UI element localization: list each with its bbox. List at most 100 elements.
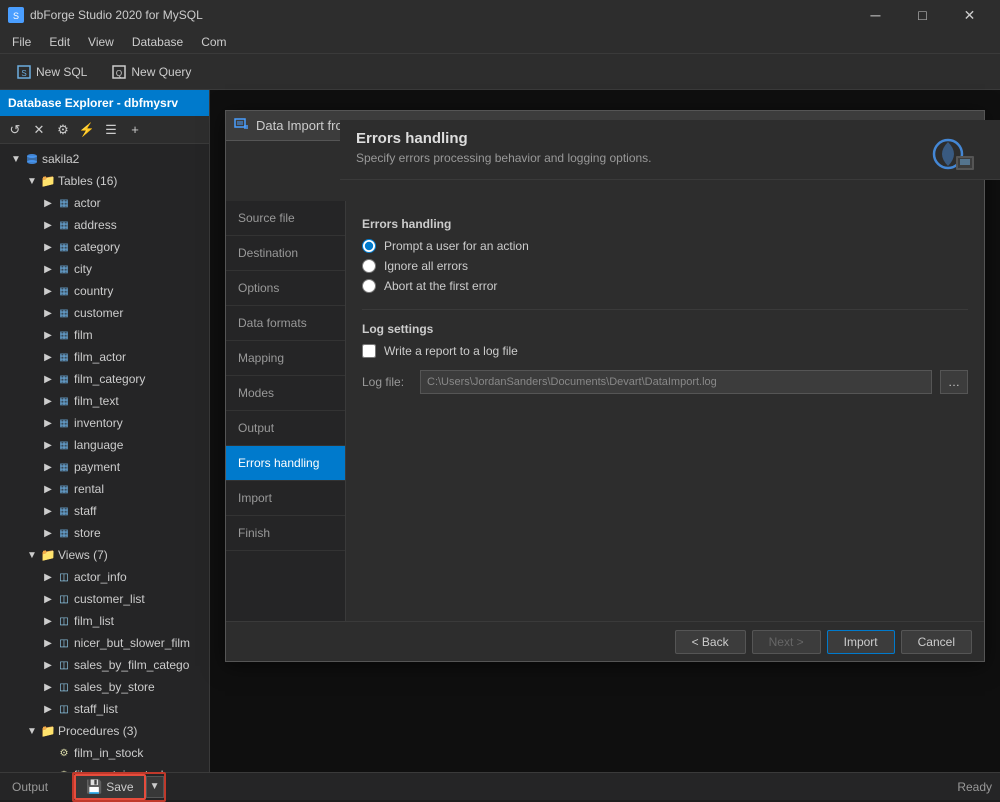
database-icon <box>24 151 40 167</box>
table-actor[interactable]: ▶ ▦ actor <box>0 192 209 214</box>
nav-source-file[interactable]: Source file <box>226 201 345 236</box>
table-film-text[interactable]: ▶ ▦ film_text <box>0 390 209 412</box>
modal-main-content: Errors handling Prompt a user for an act… <box>346 201 984 621</box>
city-arrow-icon: ▶ <box>40 261 56 277</box>
sales-store-arrow-icon: ▶ <box>40 679 56 695</box>
save-button[interactable]: 💾 Save <box>74 774 146 800</box>
radio-group-errors: Prompt a user for an action Ignore all e… <box>362 239 968 293</box>
film-list-label: film_list <box>74 614 114 628</box>
menu-com[interactable]: Com <box>193 33 234 51</box>
save-dropdown-button[interactable]: ▼ <box>146 776 164 798</box>
new-sql-icon: S <box>16 64 32 80</box>
cancel-button[interactable]: Cancel <box>901 630 972 654</box>
view-actor-info[interactable]: ▶ ◫ actor_info <box>0 566 209 588</box>
new-sql-button[interactable]: S New SQL <box>8 61 95 83</box>
checkbox-log-input[interactable] <box>362 344 376 358</box>
back-button[interactable]: < Back <box>675 630 746 654</box>
rental-arrow-icon: ▶ <box>40 481 56 497</box>
new-query-button[interactable]: Q New Query <box>103 61 199 83</box>
table-film[interactable]: ▶ ▦ film <box>0 324 209 346</box>
proc-film-in-stock[interactable]: ⚙ film_in_stock <box>0 742 209 764</box>
view-nicer-but-slower[interactable]: ▶ ◫ nicer_but_slower_film <box>0 632 209 654</box>
table-film-actor[interactable]: ▶ ▦ film_actor <box>0 346 209 368</box>
modal-nav-sidebar: Source file Destination Options Data for… <box>226 201 346 621</box>
table-customer[interactable]: ▶ ▦ customer <box>0 302 209 324</box>
properties-button[interactable]: ☰ <box>100 119 122 141</box>
view-sales-by-store[interactable]: ▶ ◫ sales_by_store <box>0 676 209 698</box>
menu-file[interactable]: File <box>4 33 39 51</box>
add-button[interactable]: + <box>124 119 146 141</box>
film-arrow-icon: ▶ <box>40 327 56 343</box>
nav-finish[interactable]: Finish <box>226 516 345 551</box>
views-group[interactable]: ▼ 📁 Views (7) <box>0 544 209 566</box>
table-film-category[interactable]: ▶ ▦ film_category <box>0 368 209 390</box>
view-customer-list[interactable]: ▶ ◫ customer_list <box>0 588 209 610</box>
maximize-button[interactable]: □ <box>900 0 945 30</box>
nav-output[interactable]: Output <box>226 411 345 446</box>
filter-button[interactable]: ⚙ <box>52 119 74 141</box>
database-explorer-sidebar: Database Explorer - dbfmysrv ↺ ✕ ⚙ ⚡ ☰ +… <box>0 90 210 772</box>
table-payment[interactable]: ▶ ▦ payment <box>0 456 209 478</box>
view-film-list[interactable]: ▶ ◫ film_list <box>0 610 209 632</box>
close-button[interactable]: ✕ <box>947 0 992 30</box>
film-list-view-icon: ◫ <box>56 613 72 629</box>
radio-abort-input[interactable] <box>362 279 376 293</box>
tree-root-sakila2[interactable]: ▼ sakila2 <box>0 148 209 170</box>
radio-prompt[interactable]: Prompt a user for an action <box>362 239 968 253</box>
customer-list-arrow-icon: ▶ <box>40 591 56 607</box>
customer-list-label: customer_list <box>74 592 145 606</box>
radio-ignore-input[interactable] <box>362 259 376 273</box>
import-button[interactable]: Import <box>827 630 895 654</box>
view-sales-by-film[interactable]: ▶ ◫ sales_by_film_catego <box>0 654 209 676</box>
radio-prompt-input[interactable] <box>362 239 376 253</box>
table-staff[interactable]: ▶ ▦ staff <box>0 500 209 522</box>
log-file-input[interactable] <box>420 370 932 394</box>
procedures-group[interactable]: ▼ 📁 Procedures (3) <box>0 720 209 742</box>
table-language[interactable]: ▶ ▦ language <box>0 434 209 456</box>
log-file-browse-button[interactable]: … <box>940 370 968 394</box>
output-tab[interactable]: Output <box>4 780 56 794</box>
table-store[interactable]: ▶ ▦ store <box>0 522 209 544</box>
nav-destination[interactable]: Destination <box>226 236 345 271</box>
database-tree: ▼ sakila2 ▼ 📁 Tables (16) ▶ ▦ actor <box>0 144 209 772</box>
nav-modes[interactable]: Modes <box>226 376 345 411</box>
tables-group[interactable]: ▼ 📁 Tables (16) <box>0 170 209 192</box>
minimize-button[interactable]: ─ <box>853 0 898 30</box>
nav-data-formats[interactable]: Data formats <box>226 306 345 341</box>
modal-dialog-icon <box>234 116 250 135</box>
refresh-button[interactable]: ↺ <box>4 119 26 141</box>
status-left: Output 💾 Save ▼ <box>0 772 166 802</box>
table-rental[interactable]: ▶ ▦ rental <box>0 478 209 500</box>
staff-label: staff <box>74 504 96 518</box>
menu-edit[interactable]: Edit <box>41 33 78 51</box>
table-inventory[interactable]: ▶ ▦ inventory <box>0 412 209 434</box>
nav-options[interactable]: Options <box>226 271 345 306</box>
table-category[interactable]: ▶ ▦ category <box>0 236 209 258</box>
table-country[interactable]: ▶ ▦ country <box>0 280 209 302</box>
sales-store-label: sales_by_store <box>74 680 155 694</box>
radio-ignore[interactable]: Ignore all errors <box>362 259 968 273</box>
table-address[interactable]: ▶ ▦ address <box>0 214 209 236</box>
next-button[interactable]: Next > <box>752 630 821 654</box>
modal-logo-area <box>928 134 976 177</box>
errors-handling-section: Errors handling Prompt a user for an act… <box>362 217 968 293</box>
radio-abort[interactable]: Abort at the first error <box>362 279 968 293</box>
nav-import[interactable]: Import <box>226 481 345 516</box>
connect-button[interactable]: ⚡ <box>76 119 98 141</box>
table-city[interactable]: ▶ ▦ city <box>0 258 209 280</box>
actor-info-arrow-icon: ▶ <box>40 569 56 585</box>
category-table-icon: ▦ <box>56 239 72 255</box>
city-label: city <box>74 262 92 276</box>
view-staff-list[interactable]: ▶ ◫ staff_list <box>0 698 209 720</box>
menu-database[interactable]: Database <box>124 33 191 51</box>
disconnect-button[interactable]: ✕ <box>28 119 50 141</box>
customer-table-icon: ▦ <box>56 305 72 321</box>
film-in-stock-arrow-icon <box>40 745 56 761</box>
customer-arrow-icon: ▶ <box>40 305 56 321</box>
svg-text:Q: Q <box>116 69 122 78</box>
store-table-icon: ▦ <box>56 525 72 541</box>
nav-mapping[interactable]: Mapping <box>226 341 345 376</box>
checkbox-log-report[interactable]: Write a report to a log file <box>362 344 968 358</box>
menu-view[interactable]: View <box>80 33 122 51</box>
nav-errors-handling[interactable]: Errors handling <box>226 446 345 481</box>
